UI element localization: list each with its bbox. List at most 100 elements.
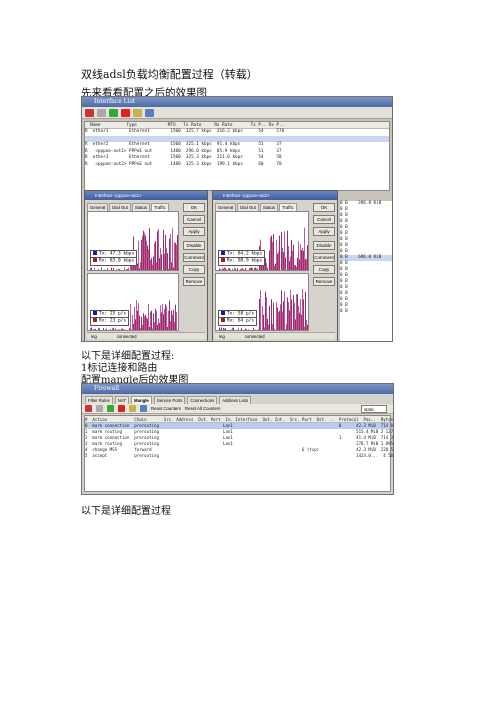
traffic-bar	[139, 315, 140, 330]
traffic-bar	[283, 252, 284, 270]
tab-mangle[interactable]: Mangle	[131, 396, 152, 404]
rx-pps-legend: Rx: 23 p/s	[90, 317, 130, 326]
traffic-bar	[145, 235, 146, 270]
disable-button[interactable]: Disable	[183, 241, 205, 250]
traffic-bar	[152, 264, 153, 270]
traffic-bar	[279, 235, 280, 270]
tab-traffic[interactable]: Traffic	[151, 203, 169, 211]
traffic-bar	[265, 291, 266, 330]
remove-button[interactable]: Remove	[183, 277, 205, 286]
traffic-bar	[142, 235, 143, 270]
comment-button[interactable]: Comment	[183, 253, 205, 262]
traffic-bar	[147, 245, 148, 270]
traffic-bar	[259, 298, 260, 330]
tab-status[interactable]: Status	[259, 203, 279, 211]
cancel-button[interactable]: Cancel	[183, 215, 205, 224]
enable-icon[interactable]	[109, 108, 118, 117]
traffic-bar	[230, 269, 231, 270]
traffic-bar	[302, 248, 303, 270]
traffic-bar	[275, 263, 276, 270]
traffic-bar	[140, 327, 141, 330]
traffic-bar	[154, 322, 155, 330]
tab-address-lists[interactable]: Address Lists	[219, 396, 252, 404]
traffic-bar	[276, 239, 277, 270]
comment-button[interactable]: Comment	[313, 253, 335, 262]
disable-icon[interactable]	[118, 405, 125, 412]
cancel-button[interactable]: Cancel	[313, 215, 335, 224]
add-icon[interactable]	[85, 405, 92, 412]
traffic-bar	[260, 290, 261, 330]
traffic-bar	[286, 323, 287, 330]
traffic-bar	[170, 233, 171, 270]
disable-button[interactable]: Disable	[313, 241, 335, 250]
copy-button[interactable]: Copy	[183, 265, 205, 274]
traffic-bar	[165, 304, 166, 330]
tab-nat[interactable]: NAT	[114, 396, 130, 404]
interface-dialog-1: Interface <pppoe-out1> General Dial Out …	[84, 190, 208, 341]
tab-connections[interactable]: Connections	[187, 396, 218, 404]
tab-general[interactable]: General	[215, 203, 237, 211]
traffic-bar	[232, 327, 233, 330]
traffic-bar	[104, 269, 105, 270]
traffic-bar	[102, 270, 103, 271]
traffic-bar	[167, 253, 168, 270]
remove-button[interactable]: Remove	[313, 277, 335, 286]
traffic-bar	[171, 262, 172, 270]
traffic-bar	[141, 317, 142, 330]
traffic-bar	[143, 313, 144, 330]
traffic-bar	[306, 258, 307, 270]
traffic-bar	[273, 234, 274, 270]
apply-button[interactable]: Apply	[313, 227, 335, 236]
tab-dial-out[interactable]: Dial Out	[109, 203, 131, 211]
tab-service-ports[interactable]: Service Ports	[153, 396, 186, 404]
add-icon[interactable]	[85, 108, 94, 117]
tab-filter-rules[interactable]: Filter Rules	[85, 396, 113, 404]
ok-button[interactable]: OK	[183, 203, 205, 212]
traffic-bar	[248, 270, 249, 271]
traffic-bar	[304, 227, 305, 270]
traffic-bar	[249, 329, 250, 330]
traffic-bar	[94, 329, 95, 330]
disable-icon[interactable]	[121, 108, 130, 117]
traffic-bar	[164, 308, 165, 330]
traffic-bar	[231, 329, 232, 330]
traffic-bar	[130, 304, 131, 330]
table-row[interactable]: 5 accept prerouting 1424.0... 4 500 119	[85, 453, 393, 459]
traffic-bar	[157, 324, 158, 330]
tab-general[interactable]: General	[87, 203, 109, 211]
traffic-bar	[119, 269, 120, 270]
traffic-bar	[105, 329, 106, 330]
traffic-bar	[277, 307, 278, 330]
enable-icon[interactable]	[107, 405, 114, 412]
filter-icon[interactable]	[140, 405, 147, 412]
traffic-bar	[115, 328, 116, 330]
comment-icon[interactable]	[133, 108, 142, 117]
interface-list-screenshot: Interface List Name Type MTU Tx Rate Rx …	[81, 96, 393, 342]
remove-icon[interactable]	[96, 405, 103, 412]
traffic-bar	[237, 267, 238, 270]
remove-icon[interactable]	[97, 108, 106, 117]
traffic-bar	[166, 306, 167, 330]
tab-dial-out[interactable]: Dial Out	[237, 203, 259, 211]
comment-icon[interactable]	[129, 405, 136, 412]
tab-traffic[interactable]: Traffic	[279, 203, 297, 211]
reset-counters-button[interactable]: Reset Counters	[151, 406, 181, 411]
status-bar: ing connected	[215, 332, 335, 339]
traffic-bar	[268, 324, 269, 330]
traffic-bar	[287, 297, 288, 330]
copy-button[interactable]: Copy	[313, 265, 335, 274]
apply-button[interactable]: Apply	[183, 227, 205, 236]
reset-all-counters-button[interactable]: Reset All Counters	[185, 406, 221, 411]
tab-status[interactable]: Status	[131, 203, 151, 211]
traffic-bar	[116, 269, 117, 270]
doc-title: 双线adsl负载均衡配置过程（转载）	[81, 68, 258, 81]
traffic-bar	[254, 330, 255, 331]
traffic-bar	[225, 268, 226, 270]
traffic-bar	[302, 289, 303, 330]
traffic-bar	[297, 294, 298, 330]
ok-button[interactable]: OK	[313, 203, 335, 212]
chain-select[interactable]: static	[361, 405, 387, 413]
traffic-bar	[292, 250, 293, 270]
table-row[interactable]: R <pppoe-out2> PPPoE out 1480 325.3 kbps…	[85, 162, 389, 169]
filter-icon[interactable]	[145, 108, 154, 117]
